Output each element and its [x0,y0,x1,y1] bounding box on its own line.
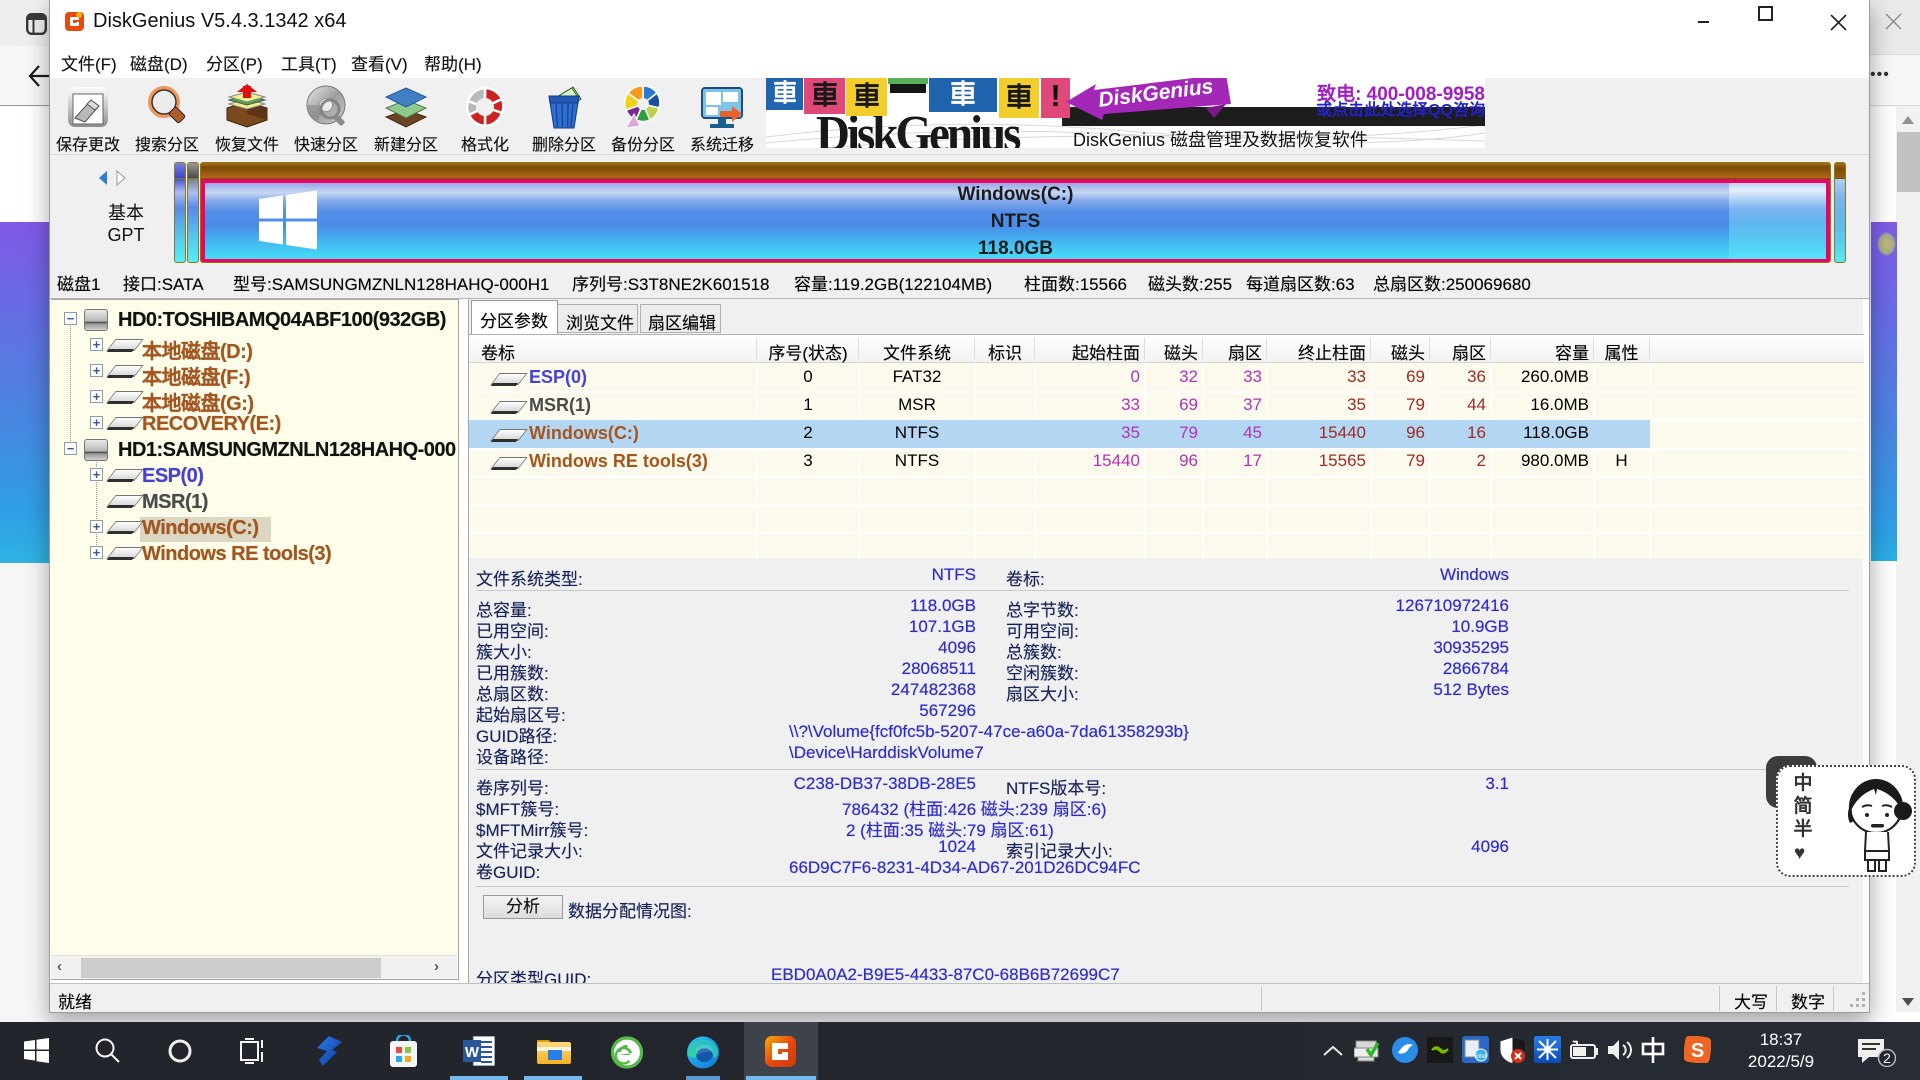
svg-text:W: W [465,1044,480,1061]
svg-text:S: S [1691,1040,1704,1062]
svg-text:intel: intel [1475,1054,1486,1060]
svg-text:2: 2 [1883,1050,1891,1066]
